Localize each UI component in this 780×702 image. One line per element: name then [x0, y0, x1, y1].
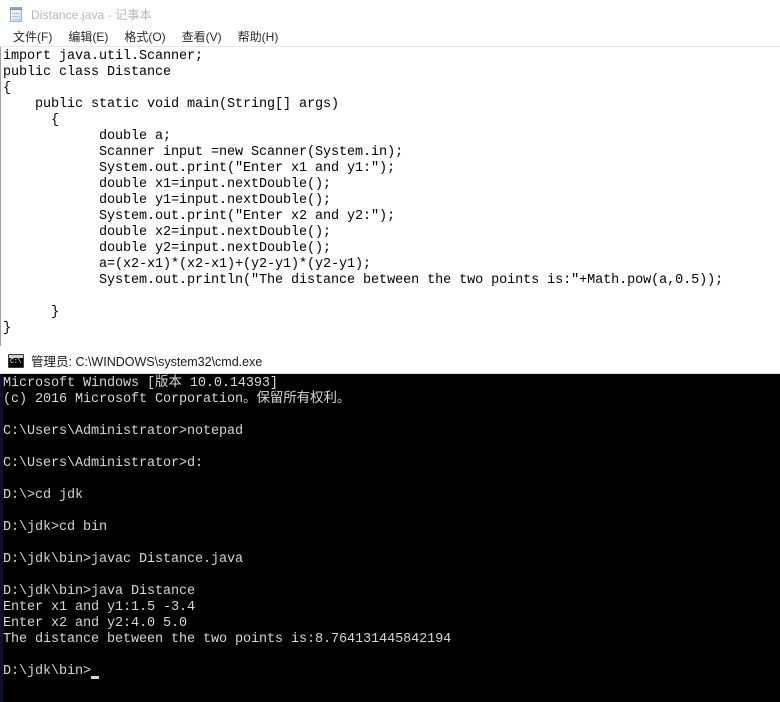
cmd-icon-prompt-text: C:\: [10, 357, 22, 366]
notepad-icon: [8, 6, 24, 23]
java-source-code[interactable]: import java.util.Scanner; public class D…: [1, 47, 780, 337]
cmd-cursor: [91, 676, 100, 679]
cmd-output-text: Microsoft Windows [版本 10.0.14393] (c) 20…: [3, 376, 452, 679]
menu-item-edit[interactable]: 编辑(E): [60, 29, 116, 46]
notepad-titlebar[interactable]: Distance.java - 记事本: [0, 0, 780, 28]
cmd-console-body[interactable]: Microsoft Windows [版本 10.0.14393] (c) 20…: [0, 374, 780, 702]
menu-item-help[interactable]: 帮助(H): [230, 29, 287, 46]
menu-item-view[interactable]: 查看(V): [174, 29, 230, 46]
cmd-icon: C:\: [8, 353, 24, 368]
notepad-title-text: Distance.java - 记事本: [31, 7, 152, 22]
menu-item-format[interactable]: 格式(O): [116, 29, 173, 46]
screen-root: Distance.java - 记事本 文件(F) 编辑(E) 格式(O) 查看…: [0, 0, 780, 702]
notepad-window: Distance.java - 记事本 文件(F) 编辑(E) 格式(O) 查看…: [0, 0, 780, 348]
notepad-text-area[interactable]: import java.util.Scanner; public class D…: [0, 47, 780, 346]
command-prompt-window: C:\ 管理员: C:\WINDOWS\system32\cmd.exe Mic…: [0, 348, 780, 702]
cmd-console-output[interactable]: Microsoft Windows [版本 10.0.14393] (c) 20…: [0, 374, 780, 680]
notepad-menubar: 文件(F) 编辑(E) 格式(O) 查看(V) 帮助(H): [0, 28, 780, 47]
cmd-title-text: 管理员: C:\WINDOWS\system32\cmd.exe: [31, 355, 263, 369]
cmd-titlebar[interactable]: C:\ 管理员: C:\WINDOWS\system32\cmd.exe: [0, 348, 780, 374]
menu-item-file[interactable]: 文件(F): [5, 29, 60, 46]
